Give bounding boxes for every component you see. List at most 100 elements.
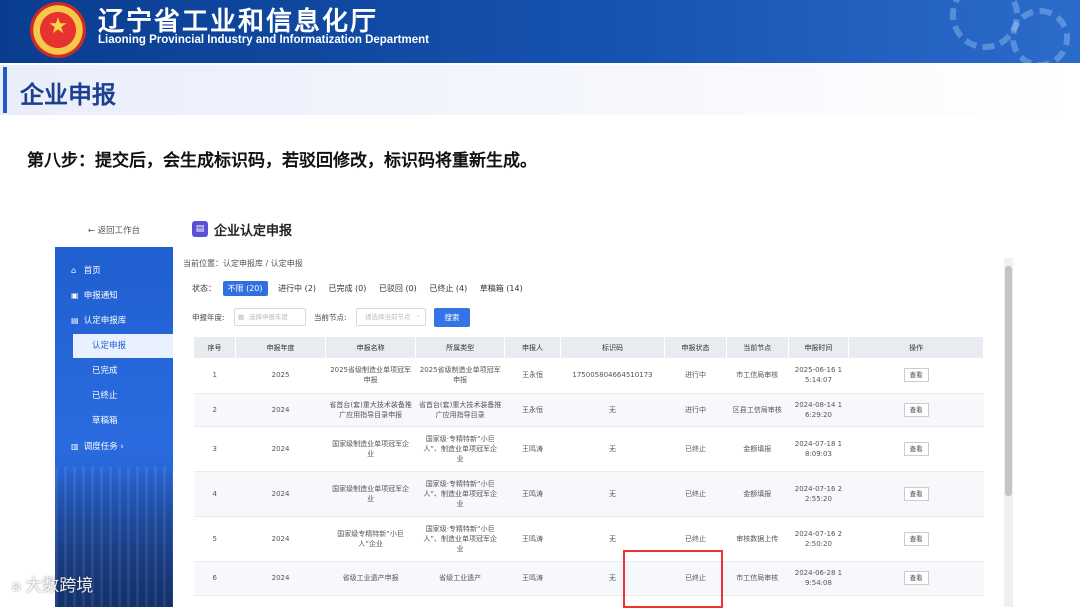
cell-applicant: 王鸣涛: [504, 471, 561, 517]
view-button[interactable]: 查看: [903, 571, 929, 585]
cell-action: 查看: [848, 471, 984, 517]
sidebar-item-completed[interactable]: 已完成: [55, 359, 173, 383]
sidebar: ⌂ 首页 ▣ 申报通知 ▤ 认定申报库 认定申报 已完成 已终止 草稿箱 ▥ 调…: [55, 247, 173, 607]
cell-time: 2024-08-14 1 6:29:20: [788, 393, 849, 427]
section-title: 企业申报: [20, 81, 116, 109]
table-row: 5 2024 国家级专精特新“小巨 人”企业 国家级·专精特新“小巨 人”、制造业单项…: [194, 516, 984, 562]
sidebar-item-terminated[interactable]: 已终止: [55, 384, 173, 408]
app-screenshot: ← 返回工作台 ⌂ 首页 ▣ 申报通知 ▤ 认定申报库 认定申报 已完成 已终止…: [55, 214, 1021, 608]
sidebar-item-home[interactable]: ⌂ 首页: [55, 259, 173, 283]
table-row: 3 2024 国家级制造业单项冠军企 业国家级·专精特新“小巨 人”、制造业单项冠军…: [194, 426, 984, 472]
status-chip-rejected[interactable]: 已驳回 (0): [379, 283, 417, 294]
gear-decoration: [1010, 8, 1070, 63]
cell-node: 金额填报: [726, 426, 789, 472]
view-button[interactable]: 查看: [903, 402, 929, 417]
cell-index: 4: [194, 471, 236, 517]
section-accent: [3, 67, 7, 113]
cell-node: 区县工信局审核: [726, 393, 789, 427]
cell-year: 2024: [235, 516, 326, 562]
cell-status: 已终止: [664, 471, 727, 517]
cell-type: 省首台(套)重大技术装备推 广应用指导目录: [415, 393, 505, 427]
col-index: 序号: [194, 337, 236, 358]
view-button[interactable]: 查看: [903, 486, 929, 501]
bell-icon: ▣: [71, 291, 79, 300]
cell-time: 2024-07-16 2 2:55:20: [788, 471, 849, 517]
site-subtitle: Liaoning Provincial Industry and Informa…: [98, 34, 429, 46]
status-label: 状态：: [192, 284, 216, 293]
cell-id-code: 无: [560, 561, 665, 596]
page-title: 企业认定申报: [214, 224, 293, 239]
cell-status: 进行中: [664, 358, 727, 394]
cell-year: 2024: [235, 393, 326, 427]
cell-year: 2024: [235, 471, 326, 517]
cell-action: 查看: [848, 426, 984, 472]
step-instruction: 第八步：提交后，会生成标识码，若驳回修改，标识码将重新生成。: [27, 151, 537, 171]
node-label: 当前节点:: [314, 313, 347, 322]
cell-name: 国家级专精特新“小巨 人”企业: [325, 516, 416, 562]
cell-time: 2024-07-16 2 2:50:20: [788, 516, 849, 562]
cell-status: 进行中: [664, 393, 727, 427]
view-button[interactable]: 查看: [903, 531, 929, 546]
national-emblem-icon: ★: [30, 2, 86, 58]
sidebar-item-library[interactable]: ▤ 认定申报库: [55, 309, 173, 333]
chevron-right-icon: ›: [120, 442, 124, 452]
cell-index: 3: [194, 426, 236, 472]
cell-id-code: 无: [560, 426, 665, 472]
cell-id-code: 无: [560, 516, 665, 562]
status-filter: 状态： 不限 (20) 进行中 (2) 已完成 (0) 已驳回 (0) 已终止 …: [192, 281, 533, 296]
cell-applicant: 王鸣涛: [504, 516, 561, 562]
status-chip-in-progress[interactable]: 进行中 (2): [278, 283, 316, 294]
scrollbar-thumb[interactable]: [1005, 266, 1012, 496]
status-chip-completed[interactable]: 已完成 (0): [328, 283, 366, 294]
cell-action: 查看: [848, 393, 984, 427]
home-icon: ⌂: [71, 266, 77, 275]
sidebar-item-tasks[interactable]: ▥ 调度任务 ›: [55, 435, 173, 459]
view-button[interactable]: 查看: [903, 368, 929, 383]
cell-type: 国家级·专精特新“小巨 人”、制造业单项冠军企 业: [415, 426, 505, 472]
cell-type: 国家级·专精特新“小巨 人”、制造业单项冠军企 业: [415, 471, 505, 517]
col-applicant: 申报人: [504, 337, 561, 358]
cell-year: 2025: [235, 358, 326, 394]
task-icon: ▥: [71, 442, 79, 451]
cell-status: 已终止: [664, 516, 727, 562]
cell-action: 查看: [848, 561, 984, 596]
table-header-row: 序号 申报年度 申报名称 所属类型 申报人 标识码 申报状态 当前节点 申报时间…: [194, 337, 984, 358]
year-select[interactable]: ▦ 选择申报年度: [234, 308, 306, 326]
view-button[interactable]: 查看: [903, 441, 929, 456]
folder-icon: ▤: [71, 316, 79, 325]
cell-type: 2025省级制造业单项冠军 申报: [415, 358, 505, 394]
sidebar-item-drafts[interactable]: 草稿箱: [55, 409, 173, 433]
back-to-workbench-link[interactable]: ← 返回工作台: [55, 214, 173, 248]
scrollbar[interactable]: [1004, 258, 1013, 607]
cell-index: 6: [194, 561, 236, 596]
cell-status: 已终止: [664, 426, 727, 472]
cell-index: 2: [194, 393, 236, 427]
col-id-code: 标识码: [560, 337, 666, 358]
cell-name: 国家级制造业单项冠军企 业: [325, 471, 416, 517]
application-table: 序号 申报年度 申报名称 所属类型 申报人 标识码 申报状态 当前节点 申报时间…: [194, 337, 984, 596]
sidebar-item-apply[interactable]: 认定申报: [73, 334, 173, 358]
status-chip-drafts[interactable]: 草稿箱 (14): [480, 283, 523, 294]
col-type: 所属类型: [415, 337, 506, 358]
node-select[interactable]: 请选择当前节点 ⌄: [356, 308, 426, 326]
cell-applicant: 王鸣涛: [504, 561, 561, 596]
sidebar-item-notice[interactable]: ▣ 申报通知: [55, 284, 173, 308]
cell-name: 国家级制造业单项冠军企 业: [325, 426, 416, 472]
cell-node: 金额填报: [726, 471, 789, 517]
table-row: 4 2024 国家级制造业单项冠军企 业国家级·专精特新“小巨 人”、制造业单项冠军…: [194, 471, 984, 517]
cell-id-code: 无: [560, 471, 665, 517]
status-chip-all[interactable]: 不限 (20): [222, 281, 268, 296]
cell-name: 省级工业遗产申报: [325, 561, 416, 596]
table-row: 2 2024 省首台(套)重大技术装备推 广应用指导目录申报 省首台(套)重大技术装备…: [194, 393, 984, 427]
cell-action: 查看: [848, 358, 984, 394]
cell-index: 1: [194, 358, 236, 394]
search-button[interactable]: 搜索: [434, 308, 470, 327]
logo-icon: ʚ: [12, 579, 22, 595]
header-banner: ★ 辽宁省工业和信息化厅 Liaoning Provincial Industr…: [0, 0, 1080, 63]
col-time: 申报时间: [788, 337, 850, 358]
cell-applicant: 王鸣涛: [504, 426, 561, 472]
calendar-icon: ▦: [238, 313, 245, 321]
cell-index: 5: [194, 516, 236, 562]
status-chip-terminated[interactable]: 已终止 (4): [429, 283, 467, 294]
cell-id-code: 无: [560, 393, 665, 427]
